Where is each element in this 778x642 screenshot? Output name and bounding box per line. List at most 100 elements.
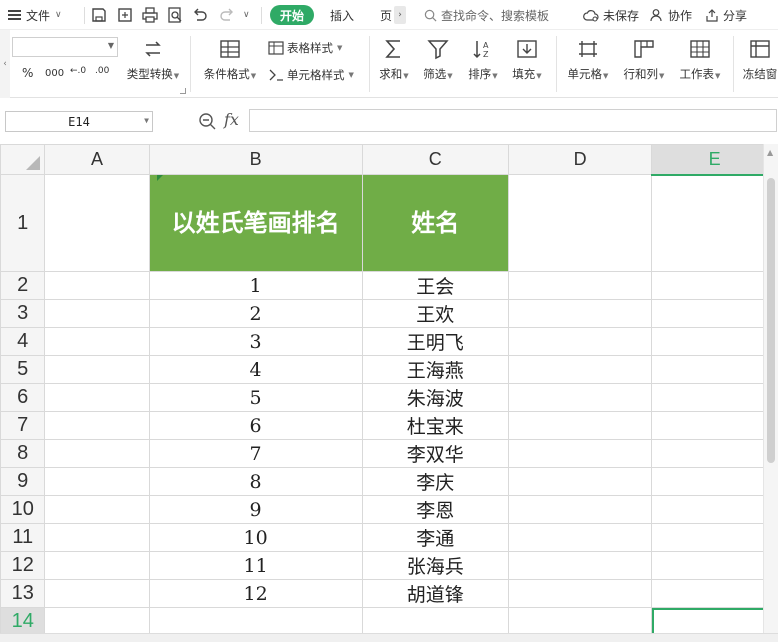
- cell[interactable]: [651, 439, 778, 468]
- rank-cell[interactable]: 2: [148, 299, 363, 328]
- export-icon[interactable]: [116, 6, 134, 24]
- cell[interactable]: [507, 467, 653, 496]
- thousands-button[interactable]: 000: [45, 68, 64, 79]
- cell[interactable]: [651, 495, 778, 524]
- name-cell[interactable]: 朱海波: [361, 383, 510, 412]
- cell[interactable]: [651, 383, 778, 412]
- row-header[interactable]: 12: [0, 551, 46, 580]
- cell[interactable]: [651, 174, 778, 272]
- cell[interactable]: [44, 355, 150, 384]
- row-header[interactable]: 1: [0, 174, 46, 272]
- name-cell[interactable]: 李庆: [361, 467, 510, 496]
- rank-cell[interactable]: 9: [148, 495, 363, 524]
- select-all-corner[interactable]: [0, 144, 46, 175]
- column-header-b[interactable]: B: [148, 144, 363, 175]
- rank-cell[interactable]: 6: [148, 411, 363, 440]
- rank-cell[interactable]: 12: [148, 579, 363, 608]
- row-header[interactable]: 9: [0, 467, 46, 496]
- name-cell[interactable]: 李通: [361, 523, 510, 552]
- fill-button[interactable]: 填充▼: [509, 38, 545, 82]
- cell[interactable]: [507, 495, 653, 524]
- tab-page-layout[interactable]: 页: [380, 0, 392, 30]
- scrollbar-thumb[interactable]: [767, 178, 775, 463]
- cell[interactable]: [507, 299, 653, 328]
- command-search[interactable]: 查找命令、搜索模板: [424, 0, 549, 30]
- cell[interactable]: [44, 411, 150, 440]
- cell[interactable]: [651, 411, 778, 440]
- row-header[interactable]: 2: [0, 271, 46, 300]
- collaborate-button[interactable]: 协作: [650, 0, 692, 30]
- cell[interactable]: [44, 271, 150, 300]
- tab-home[interactable]: 开始: [270, 5, 314, 25]
- decrease-decimal-button[interactable]: .00: [95, 66, 109, 76]
- cell[interactable]: [507, 439, 653, 468]
- sort-button[interactable]: AZ 排序▼: [465, 38, 501, 82]
- name-cell[interactable]: 李双华: [361, 439, 510, 468]
- cell[interactable]: [44, 327, 150, 356]
- cell[interactable]: [507, 411, 653, 440]
- rank-cell[interactable]: 5: [148, 383, 363, 412]
- fx-icon[interactable]: fx: [224, 110, 239, 129]
- rank-cell[interactable]: 1: [148, 271, 363, 300]
- name-box[interactable]: E14 ▼: [5, 111, 153, 132]
- cell[interactable]: [507, 327, 653, 356]
- unsaved-status[interactable]: 未保存: [583, 0, 639, 30]
- worksheet-button[interactable]: 工作表▼: [676, 38, 724, 82]
- cell[interactable]: [507, 551, 653, 580]
- cell[interactable]: [651, 523, 778, 552]
- dialog-launcher-icon[interactable]: [180, 88, 186, 94]
- rank-cell[interactable]: 7: [148, 439, 363, 468]
- cell[interactable]: [44, 299, 150, 328]
- formula-input[interactable]: [249, 109, 777, 132]
- cell[interactable]: [44, 607, 150, 635]
- zoom-icon[interactable]: [197, 111, 217, 131]
- conditional-format-button[interactable]: 条件格式▼: [200, 38, 260, 82]
- share-button[interactable]: 分享: [705, 0, 747, 30]
- cell[interactable]: [507, 271, 653, 300]
- row-header[interactable]: 5: [0, 355, 46, 384]
- rank-cell[interactable]: 4: [148, 355, 363, 384]
- increase-decimal-button[interactable]: ←.0: [70, 66, 86, 76]
- cell[interactable]: [507, 174, 653, 272]
- row-header[interactable]: 11: [0, 523, 46, 552]
- name-cell[interactable]: 张海兵: [361, 551, 510, 580]
- cell[interactable]: [507, 523, 653, 552]
- column-header-a[interactable]: A: [44, 144, 150, 175]
- cell[interactable]: [44, 523, 150, 552]
- row-header[interactable]: 10: [0, 495, 46, 524]
- row-header[interactable]: 6: [0, 383, 46, 412]
- row-header[interactable]: 14: [0, 607, 46, 635]
- name-cell[interactable]: 王会: [361, 271, 510, 300]
- column-header-d[interactable]: D: [507, 144, 653, 175]
- name-cell[interactable]: 杜宝来: [361, 411, 510, 440]
- percent-button[interactable]: %: [22, 66, 33, 80]
- rank-cell[interactable]: 8: [148, 467, 363, 496]
- rank-cell[interactable]: 11: [148, 551, 363, 580]
- row-header[interactable]: 7: [0, 411, 46, 440]
- tabs-more-button[interactable]: ›: [394, 6, 406, 24]
- cell[interactable]: [651, 355, 778, 384]
- column-header-e[interactable]: E: [651, 144, 778, 176]
- scroll-up-icon[interactable]: ▲: [767, 148, 773, 157]
- name-cell[interactable]: 李恩: [361, 495, 510, 524]
- row-header[interactable]: 4: [0, 327, 46, 356]
- name-cell[interactable]: 胡道锋: [361, 579, 510, 608]
- row-column-button[interactable]: 行和列▼: [620, 38, 668, 82]
- convert-type-button[interactable]: 类型转换▼: [121, 38, 185, 82]
- cell[interactable]: [148, 607, 363, 635]
- cell[interactable]: [44, 495, 150, 524]
- cell[interactable]: [361, 607, 510, 635]
- tab-insert[interactable]: 插入: [330, 0, 354, 30]
- cell[interactable]: [44, 579, 150, 608]
- rank-cell[interactable]: 3: [148, 327, 363, 356]
- row-header[interactable]: 13: [0, 579, 46, 608]
- chevron-down-icon[interactable]: ∨: [243, 0, 250, 30]
- cell[interactable]: [507, 383, 653, 412]
- number-format-select[interactable]: ▼: [12, 37, 118, 57]
- freeze-panes-button[interactable]: 冻结窗: [742, 38, 778, 82]
- header-cell-name[interactable]: 姓名: [361, 174, 510, 272]
- undo-icon[interactable]: [191, 6, 209, 24]
- row-header[interactable]: 8: [0, 439, 46, 468]
- cell[interactable]: [651, 579, 778, 608]
- filter-button[interactable]: 筛选▼: [420, 38, 456, 82]
